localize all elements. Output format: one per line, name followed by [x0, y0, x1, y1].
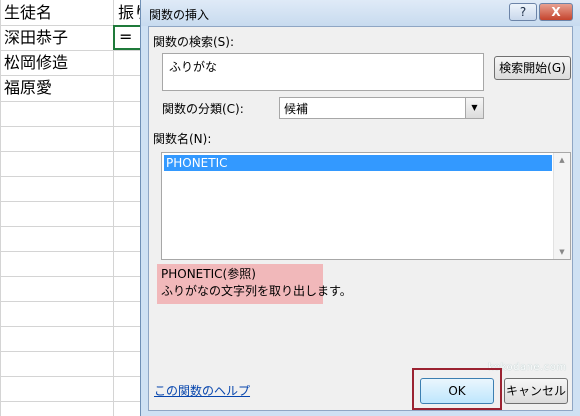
dialog-titlebar[interactable]: 関数の挿入 ? X — [141, 0, 580, 26]
dialog-title: 関数の挿入 — [149, 8, 210, 22]
row-divider — [0, 226, 145, 227]
function-name-label: 関数名(N): — [153, 132, 212, 146]
category-label: 関数の分類(C): — [162, 102, 244, 116]
search-label: 関数の検索(S): — [153, 35, 235, 49]
chevron-down-icon[interactable]: ▼ — [465, 98, 483, 118]
help-button[interactable]: ? — [509, 3, 537, 21]
row-divider — [0, 50, 145, 51]
search-start-button[interactable]: 検索開始(G) — [494, 56, 571, 80]
function-description: PHONETIC(参照) ふりがなの文字列を取り出します。 — [157, 264, 352, 304]
cell-student-2[interactable]: 松岡修造 — [4, 53, 68, 73]
function-list-scrollbar[interactable]: ▲ ▼ — [553, 153, 570, 259]
row-divider — [0, 101, 145, 102]
row-divider — [0, 376, 145, 377]
function-list-item[interactable]: PHONETIC — [164, 155, 552, 171]
cell-student-1[interactable]: 深田恭子 — [4, 28, 68, 48]
search-input[interactable]: ふりがな — [162, 53, 484, 91]
active-cell[interactable]: = — [113, 25, 143, 50]
cell-student-3[interactable]: 福原愛 — [4, 78, 52, 98]
header-cell-student-name[interactable]: 生徒名 — [4, 3, 52, 23]
function-list[interactable]: PHONETIC ▲ ▼ — [161, 152, 571, 260]
row-divider — [0, 75, 145, 76]
row-divider — [0, 276, 145, 277]
scroll-down-icon[interactable]: ▼ — [554, 245, 570, 259]
row-divider — [0, 351, 145, 352]
row-divider — [0, 401, 145, 402]
row-divider — [0, 251, 145, 252]
scroll-up-icon[interactable]: ▲ — [554, 153, 570, 167]
close-button[interactable]: X — [539, 3, 573, 21]
row-divider — [0, 126, 145, 127]
row-divider — [0, 326, 145, 327]
column-divider — [0, 0, 1, 416]
category-selected-value: 候補 — [284, 102, 309, 116]
row-divider — [0, 301, 145, 302]
insert-function-dialog: 関数の挿入 ? X 関数の検索(S): ふりがな 検索開始(G) 関数の分類(C… — [140, 0, 580, 416]
function-help-link[interactable]: この関数のヘルプ — [154, 382, 250, 399]
row-divider — [0, 176, 145, 177]
category-select[interactable]: 候補 ▼ — [279, 97, 484, 119]
dialog-body: 関数の検索(S): ふりがな 検索開始(G) 関数の分類(C): 候補 ▼ 関数… — [148, 26, 573, 411]
function-syntax: PHONETIC(参照) — [161, 267, 256, 281]
column-divider — [113, 0, 114, 416]
active-cell-formula: = — [119, 27, 133, 46]
ok-button[interactable]: OK — [420, 378, 494, 404]
function-description-text: ふりがなの文字列を取り出します。 — [161, 284, 352, 298]
cancel-button[interactable]: キャンセル — [504, 378, 568, 404]
row-divider — [0, 151, 145, 152]
row-divider — [0, 201, 145, 202]
